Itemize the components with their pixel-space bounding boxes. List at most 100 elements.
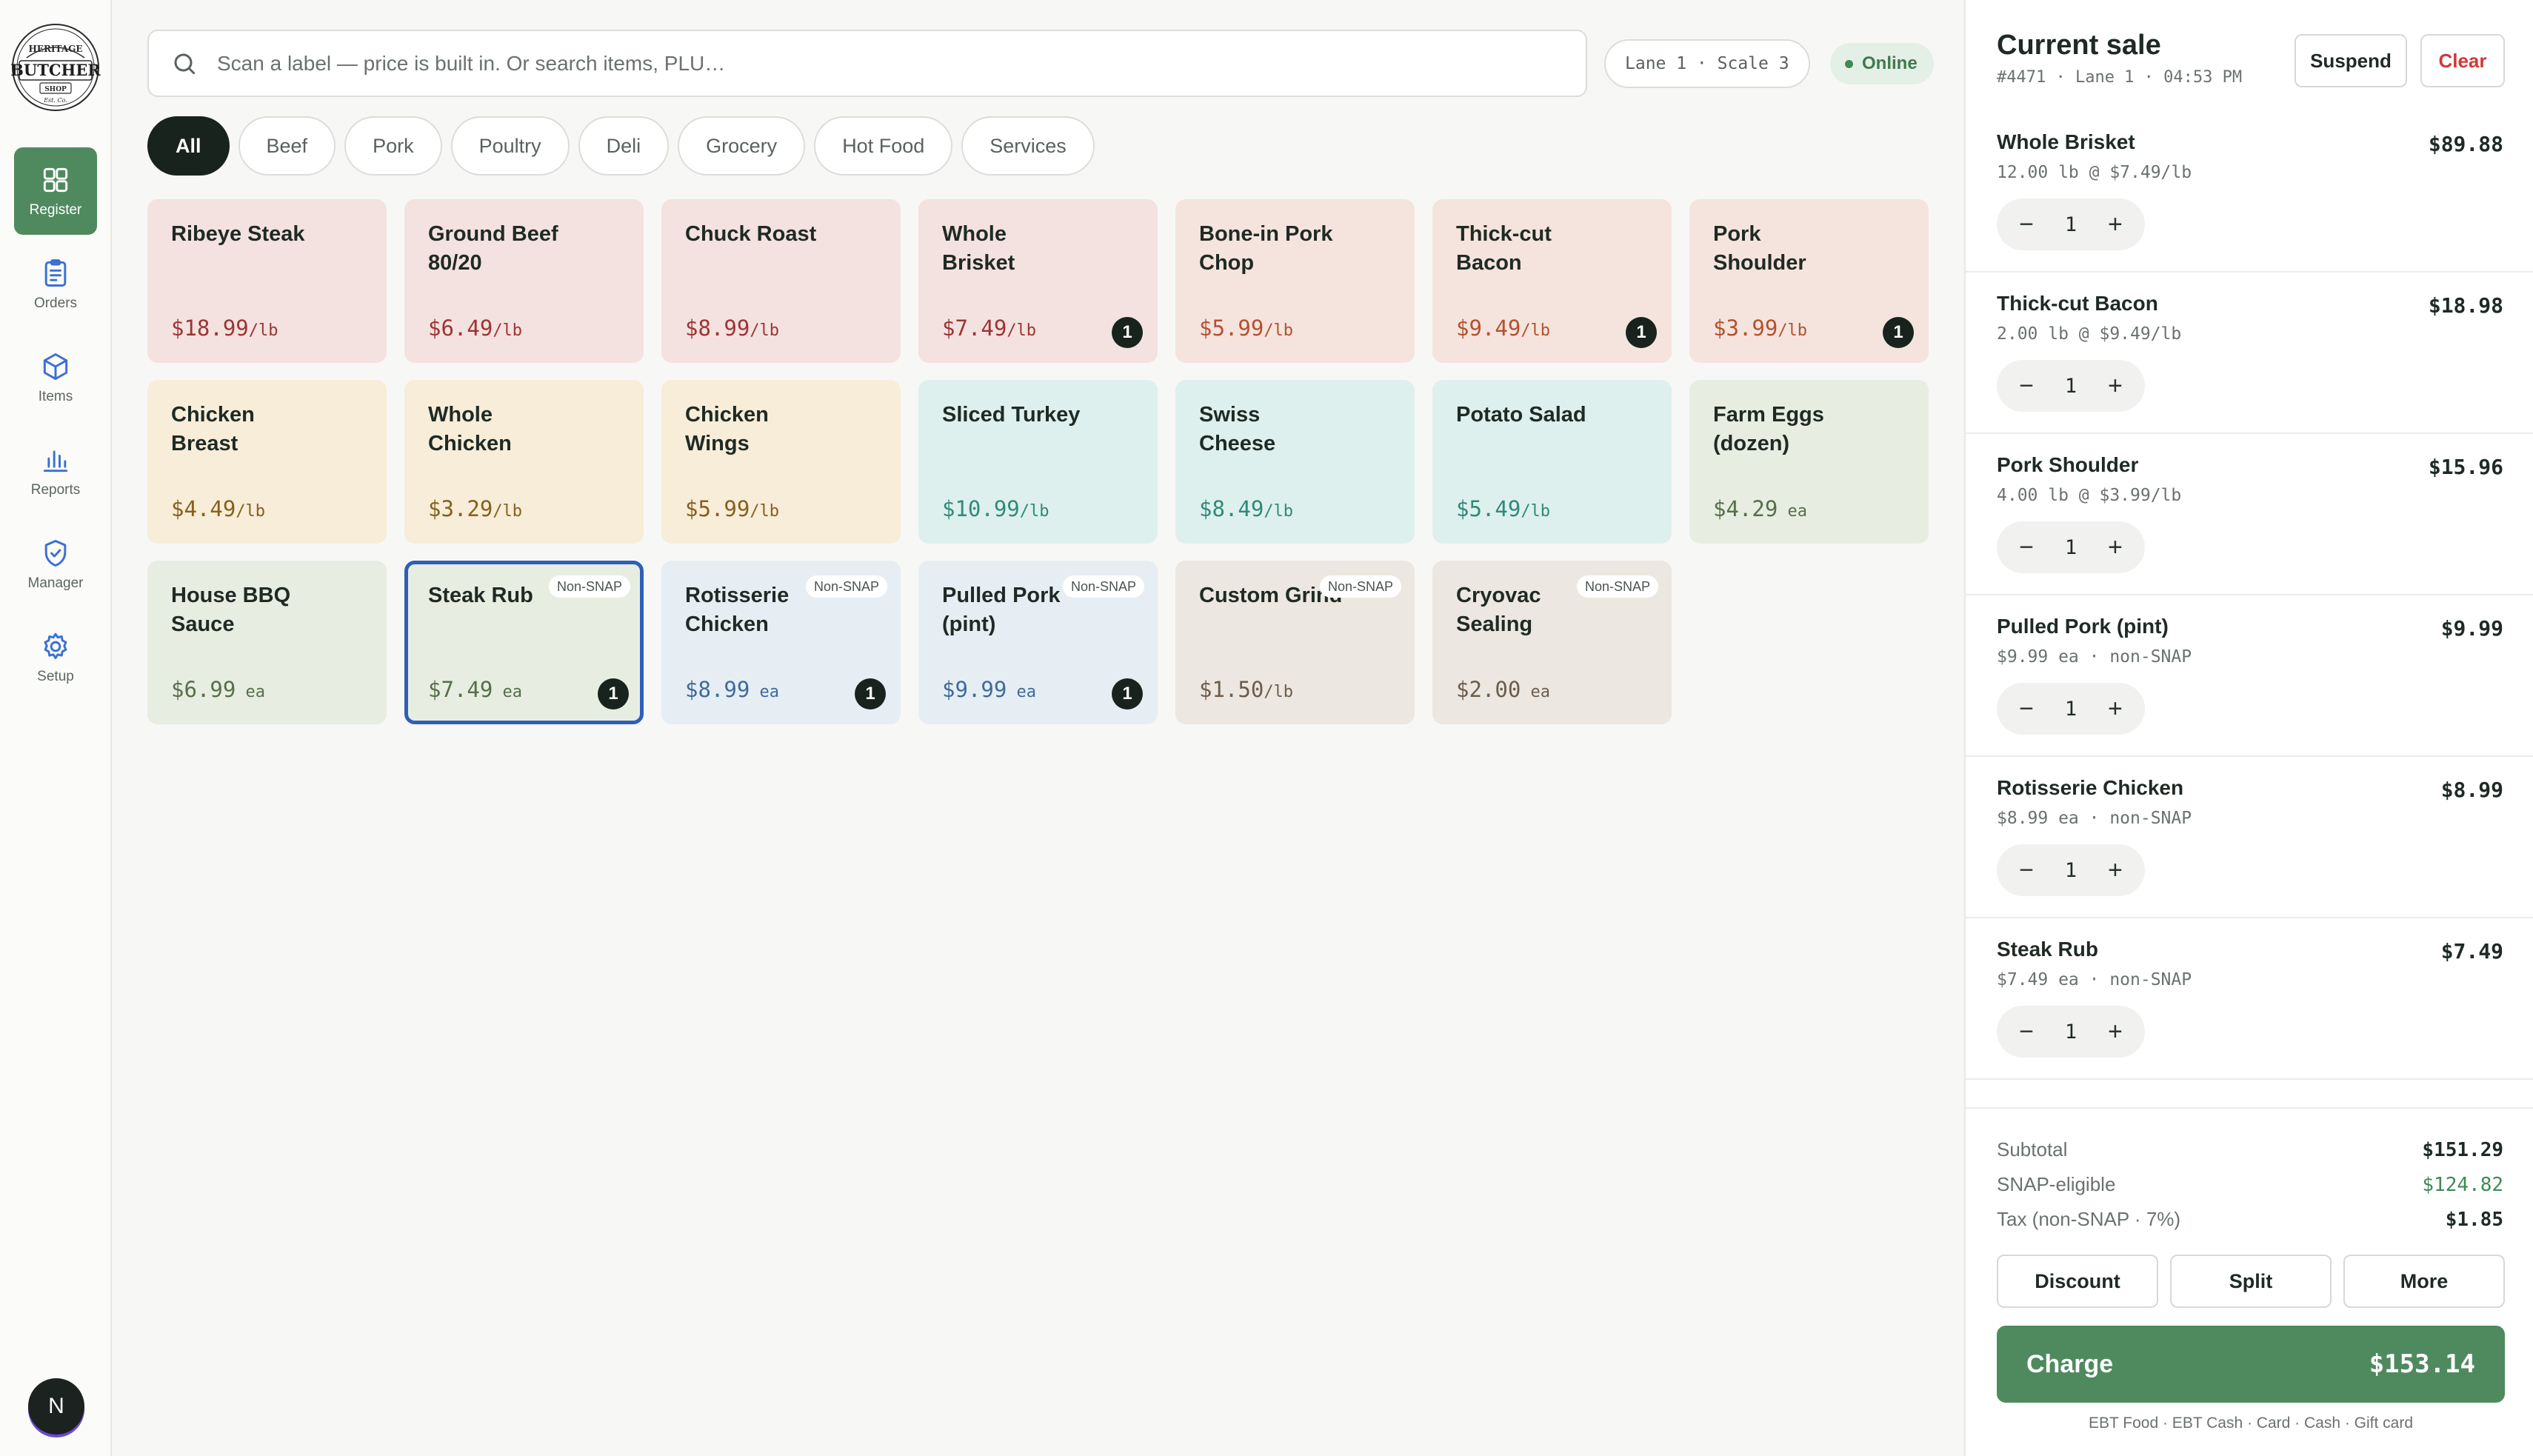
product-tile[interactable]: Pulled Pork (pint) $9.99 ea Non-SNAP 1 <box>918 561 1158 724</box>
plus-icon[interactable]: + <box>2100 1017 2130 1046</box>
cart-count-badge: 1 <box>1112 678 1143 709</box>
line-item-name: Pork Shoulder <box>1997 453 2139 476</box>
more-button[interactable]: More <box>2343 1255 2505 1308</box>
sale-line-item[interactable]: Rotisserie Chicken $8.99 $8.99 ea · non-SN… <box>1966 757 2533 918</box>
line-item-total: $9.99 <box>2440 616 2503 641</box>
product-tile[interactable]: Rotisserie Chicken $8.99 ea Non-SNAP 1 <box>661 561 901 724</box>
non-snap-tag: Non-SNAP <box>548 575 630 598</box>
sale-line-item[interactable]: Pulled Pork (pint) $9.99 $9.99 ea · non-SN… <box>1966 595 2533 757</box>
plus-icon[interactable]: + <box>2100 694 2130 724</box>
price-amount: $7.49 <box>942 315 1007 341</box>
suspend-button[interactable]: Suspend <box>2295 34 2407 87</box>
product-price: $4.29 ea <box>1713 496 1807 521</box>
product-tile[interactable]: Thick-cut Bacon $9.49/lb 1 <box>1432 199 1672 363</box>
price-unit: /lb <box>1019 502 1049 521</box>
product-tile[interactable]: Chuck Roast $8.99/lb <box>661 199 901 363</box>
minus-icon[interactable]: − <box>2012 532 2041 562</box>
product-tile[interactable]: Potato Salad $5.49/lb <box>1432 380 1672 544</box>
tab-services[interactable]: Services <box>961 116 1095 176</box>
product-tile[interactable]: Farm Eggs (dozen) $4.29 ea <box>1689 380 1929 544</box>
clear-button[interactable]: Clear <box>2420 34 2505 87</box>
price-amount: $7.49 <box>428 677 493 702</box>
nav-label: Reports <box>30 482 81 498</box>
tab-hot-food[interactable]: Hot Food <box>814 116 953 176</box>
tab-beef[interactable]: Beef <box>238 116 336 176</box>
product-tile[interactable]: Pork Shoulder $3.99/lb 1 <box>1689 199 1929 363</box>
minus-icon[interactable]: − <box>2012 371 2041 401</box>
product-tile[interactable]: Chicken Wings $5.99/lb <box>661 380 901 544</box>
product-price: $6.49/lb <box>428 315 522 341</box>
product-price: $2.00 ea <box>1456 677 1550 702</box>
price-amount: $5.99 <box>1199 315 1264 341</box>
logo-text-3: Est. Co. <box>43 97 67 104</box>
charge-button[interactable]: Charge $153.14 <box>1997 1326 2505 1403</box>
tab-deli[interactable]: Deli <box>578 116 670 176</box>
tab-all[interactable]: All <box>147 116 230 176</box>
product-price: $3.99/lb <box>1713 315 1807 341</box>
nav-item-register[interactable]: Register <box>14 147 97 235</box>
product-name: Bone-in Pork Chop <box>1199 222 1333 275</box>
price-unit: /lb <box>1521 502 1551 521</box>
sale-title: Current sale <box>1997 30 2161 61</box>
product-tile[interactable]: Cryovac Sealing $2.00 ea Non-SNAP <box>1432 561 1672 724</box>
plus-icon[interactable]: + <box>2100 532 2130 562</box>
tab-pork[interactable]: Pork <box>344 116 442 176</box>
quantity-stepper: −1 + <box>1997 360 2145 412</box>
price-unit: /lb <box>236 502 266 521</box>
sale-line-item[interactable]: Steak Rub $7.49 $7.49 ea · non-SNAP −1 + <box>1966 918 2533 1080</box>
minus-icon[interactable]: − <box>2012 1017 2041 1046</box>
search-bar[interactable] <box>147 30 1587 97</box>
sale-meta: #4471 · Lane 1 · 04:53 PM <box>1997 68 2243 87</box>
cart-count-badge: 1 <box>598 678 629 709</box>
sale-line-item[interactable]: Pork Shoulder $15.96 4.00 lb @ $3.99/lb −1 + <box>1966 434 2533 595</box>
quantity-value: 1 <box>2064 374 2078 398</box>
split-button[interactable]: Split <box>2170 1255 2332 1308</box>
price-unit: /lb <box>248 321 278 340</box>
product-tile[interactable]: House BBQ Sauce $6.99 ea <box>147 561 387 724</box>
product-price: $8.49/lb <box>1199 496 1293 521</box>
line-item-name: Thick-cut Bacon <box>1997 292 2158 315</box>
snap-eligible-row: SNAP-eligible $124.82 <box>1997 1167 2503 1202</box>
plus-icon[interactable]: + <box>2100 371 2130 401</box>
minus-icon[interactable]: − <box>2012 210 2041 239</box>
product-tile[interactable]: Steak Rub $7.49 ea Non-SNAP 1 <box>404 561 644 724</box>
tab-poultry[interactable]: Poultry <box>450 116 570 176</box>
line-item-detail: $7.49 ea · non-SNAP <box>1997 970 2192 989</box>
shield-check-icon <box>39 537 72 570</box>
tab-grocery[interactable]: Grocery <box>678 116 806 176</box>
discount-button[interactable]: Discount <box>1997 1255 2158 1308</box>
product-tile[interactable]: Whole Brisket $7.49/lb 1 <box>918 199 1158 363</box>
product-tile[interactable]: Ground Beef 80/20 $6.49/lb <box>404 199 644 363</box>
line-item-name: Pulled Pork (pint) <box>1997 615 2169 638</box>
minus-icon[interactable]: − <box>2012 855 2041 885</box>
product-tile[interactable]: Chicken Breast $4.49/lb <box>147 380 387 544</box>
product-name: Swiss Cheese <box>1199 403 1276 455</box>
nav-item-manager[interactable]: Manager <box>14 521 97 608</box>
user-avatar[interactable]: N <box>28 1378 84 1435</box>
product-price: $18.99/lb <box>171 315 278 341</box>
sale-line-item[interactable]: Whole Brisket $89.88 12.00 lb @ $7.49/lb −1… <box>1966 111 2533 273</box>
register-main: Lane 1 · Scale 3 Online AllBeefPorkPoult… <box>112 0 1964 1456</box>
nav-item-items[interactable]: Items <box>14 334 97 421</box>
price-amount: $3.29 <box>428 496 493 521</box>
minus-icon[interactable]: − <box>2012 694 2041 724</box>
sale-line-item[interactable]: Thick-cut Bacon $18.98 2.00 lb @ $9.49/lb −… <box>1966 273 2533 434</box>
product-tile[interactable]: Ribeye Steak $18.99/lb <box>147 199 387 363</box>
nav-item-orders[interactable]: Orders <box>14 241 97 328</box>
non-snap-tag: Non-SNAP <box>1319 575 1401 598</box>
plus-icon[interactable]: + <box>2100 210 2130 239</box>
nav-item-setup[interactable]: Setup <box>14 614 97 701</box>
search-input[interactable] <box>217 51 1550 76</box>
price-amount: $9.99 <box>942 677 1007 702</box>
product-tile[interactable]: Whole Chicken $3.29/lb <box>404 380 644 544</box>
product-name: Thick-cut Bacon <box>1456 222 1552 275</box>
product-tile[interactable]: Sliced Turkey $10.99/lb <box>918 380 1158 544</box>
product-tile[interactable]: Bone-in Pork Chop $5.99/lb <box>1175 199 1415 363</box>
product-tile[interactable]: Swiss Cheese $8.49/lb <box>1175 380 1415 544</box>
line-item-name: Rotisserie Chicken <box>1997 776 2184 799</box>
nav-item-reports[interactable]: Reports <box>14 427 97 515</box>
quantity-stepper: −1 + <box>1997 521 2145 573</box>
product-tile[interactable]: Custom Grind $1.50/lb Non-SNAP <box>1175 561 1415 724</box>
plus-icon[interactable]: + <box>2100 855 2130 885</box>
product-name: Chicken Breast <box>171 403 255 455</box>
